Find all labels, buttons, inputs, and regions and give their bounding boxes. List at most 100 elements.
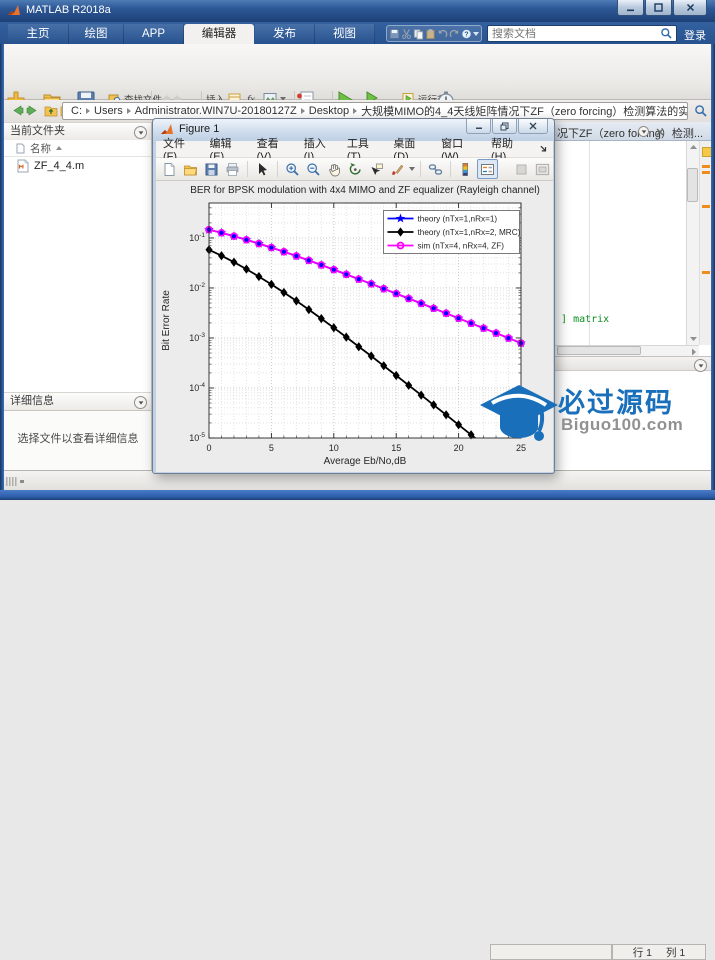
editor-annotation-gutter: [699, 141, 711, 345]
back-forward-nav-icons[interactable]: [10, 104, 40, 117]
ber-chart: 051015202510-510-410-310-210-1BER for BP…: [156, 181, 553, 472]
svg-text:10-3: 10-3: [189, 332, 205, 343]
figure-canvas[interactable]: 051015202510-510-410-310-210-1BER for BP…: [156, 181, 553, 472]
fig-open-icon[interactable]: [181, 160, 200, 178]
file-row[interactable]: ZF_4_4.m: [4, 158, 151, 174]
editor-tab-title[interactable]: 况下ZF（zero forcing）检测...: [557, 125, 703, 141]
tab-editor[interactable]: 编辑器: [184, 24, 254, 44]
tab-publish[interactable]: 发布: [255, 24, 315, 44]
close-icon: [529, 122, 537, 130]
matlab-titlebar: MATLAB R2018a: [0, 0, 715, 22]
fig-datacursor-icon[interactable]: [367, 160, 386, 178]
fig-linkplot-icon[interactable]: [426, 160, 445, 178]
editor-warning-marker[interactable]: [702, 205, 710, 208]
fig-pointer-icon[interactable]: [253, 160, 272, 178]
svg-text:Average Eb/No,dB: Average Eb/No,dB: [324, 456, 407, 467]
fig-zoom-out-icon[interactable]: [304, 160, 323, 178]
qat-help-icon[interactable]: ?: [461, 28, 472, 40]
name-column-header[interactable]: 名称: [4, 140, 151, 157]
breadcrumb-separator-icon: [86, 108, 90, 114]
panel-menu-icon[interactable]: [134, 126, 147, 139]
figure-window[interactable]: Figure 1 文件(F) 编辑(E) 查看(V) 插入(I) 工具(T) 桌…: [152, 118, 555, 474]
window-title: MATLAB R2018a: [26, 4, 111, 16]
qat-undo-icon[interactable]: [437, 28, 448, 40]
svg-text:Bit Error Rate: Bit Error Rate: [161, 290, 172, 351]
svg-text:10-2: 10-2: [189, 282, 205, 293]
figure-minimize-button[interactable]: [466, 119, 491, 134]
up-folder-icon[interactable]: [44, 104, 58, 117]
details-header[interactable]: 详细信息: [4, 392, 151, 411]
maximize-icon: [654, 3, 663, 12]
folder-search-icon[interactable]: [694, 104, 708, 118]
svg-text:15: 15: [391, 443, 401, 453]
svg-text:25: 25: [516, 443, 526, 453]
fig-brush-icon[interactable]: [388, 160, 407, 178]
qat-copy-icon[interactable]: [413, 28, 424, 40]
current-folder-header[interactable]: 当前文件夹: [4, 122, 151, 141]
breadcrumb-separator-icon: [353, 108, 357, 114]
tab-apps[interactable]: APP: [124, 24, 184, 44]
qat-redo-icon[interactable]: [449, 28, 460, 40]
figure-menubar: 文件(F) 编辑(E) 查看(V) 插入(I) 工具(T) 桌面(D) 窗口(W…: [156, 141, 553, 158]
figure-close-button[interactable]: [518, 119, 548, 134]
qat-dropdown-icon[interactable]: [473, 32, 479, 36]
qat-paste-icon[interactable]: [425, 28, 436, 40]
status-rowcol-cell: 行 1 列 1: [612, 944, 706, 960]
svg-text:20: 20: [454, 443, 464, 453]
minimize-button[interactable]: [617, 0, 644, 16]
figure-restore-button[interactable]: [492, 119, 517, 134]
window-border-bottom: [0, 490, 715, 500]
window-controls: [616, 0, 707, 15]
search-icon[interactable]: [660, 27, 673, 40]
file-column-icon: [16, 143, 25, 154]
editor-warning-marker[interactable]: [702, 171, 710, 174]
editor-hscroll-thumb[interactable]: [557, 346, 641, 355]
panel-menu-icon[interactable]: [134, 396, 147, 409]
fig-dock-disabled-icon[interactable]: [512, 160, 531, 178]
fig-pan-icon[interactable]: [325, 160, 344, 178]
figure-toolbar: [156, 158, 553, 181]
editor-tab-close-icon[interactable]: [655, 127, 665, 137]
editor-warning-marker[interactable]: [702, 271, 710, 274]
doc-search-input[interactable]: [488, 28, 660, 40]
breadcrumb-segment[interactable]: 大规模MIMO的4_4天线矩阵情况下ZF（zero forcing）检测算法的实…: [361, 103, 688, 119]
breadcrumb-segment[interactable]: Administrator.WIN7U-20180127Z: [135, 105, 297, 117]
figure-window-controls: [465, 119, 548, 133]
fig-colorbar-icon[interactable]: [456, 160, 475, 178]
svg-text:10-4: 10-4: [189, 382, 205, 393]
qat-save-icon[interactable]: [389, 28, 400, 40]
editor-vscroll-thumb[interactable]: [687, 168, 698, 202]
tab-plots[interactable]: 绘图: [69, 24, 124, 44]
svg-text:5: 5: [269, 443, 274, 453]
editor-code-fragment: x ] matrix: [549, 314, 609, 325]
matlab-logo-icon: [7, 4, 21, 18]
brush-dropdown-icon[interactable]: [409, 167, 415, 171]
panel-menu-icon[interactable]: [694, 359, 707, 372]
fig-rotate3d-icon[interactable]: [346, 160, 365, 178]
mfile-icon: [17, 159, 29, 173]
tab-view[interactable]: 视图: [315, 24, 375, 44]
editor-tab-menu-icon[interactable]: [638, 126, 649, 137]
fig-zoom-in-icon[interactable]: [283, 160, 302, 178]
breadcrumb-segment[interactable]: C:: [71, 105, 82, 117]
fig-save-icon[interactable]: [202, 160, 221, 178]
breadcrumb-segment[interactable]: Desktop: [309, 105, 349, 117]
dock-figure-icon[interactable]: [539, 144, 548, 154]
breadcrumb-separator-icon: [301, 108, 305, 114]
fig-new-icon[interactable]: [160, 160, 179, 178]
maximize-button[interactable]: [645, 0, 672, 16]
close-button[interactable]: [673, 0, 707, 16]
login-link[interactable]: 登录: [684, 27, 706, 43]
fig-print-icon[interactable]: [223, 160, 242, 178]
tab-home[interactable]: 主页: [8, 24, 69, 44]
breadcrumb-segment[interactable]: Users: [94, 105, 123, 117]
svg-text:0: 0: [206, 443, 211, 453]
editor-warning-marker[interactable]: [702, 165, 710, 168]
svg-text:theory (nTx=1,nRx=2, MRC): theory (nTx=1,nRx=2, MRC): [418, 228, 521, 237]
svg-text:sim (nTx=4, nRx=4, ZF): sim (nTx=4, nRx=4, ZF): [418, 241, 505, 250]
fig-legend-icon[interactable]: [477, 159, 498, 179]
doc-search: [487, 25, 677, 42]
ribbon: 新建 打开 保存 查找文件 比较 打印 转至 查找 插入 fx: [0, 44, 715, 100]
fig-undock-disabled-icon[interactable]: [533, 160, 552, 178]
qat-cut-icon[interactable]: [401, 28, 412, 40]
